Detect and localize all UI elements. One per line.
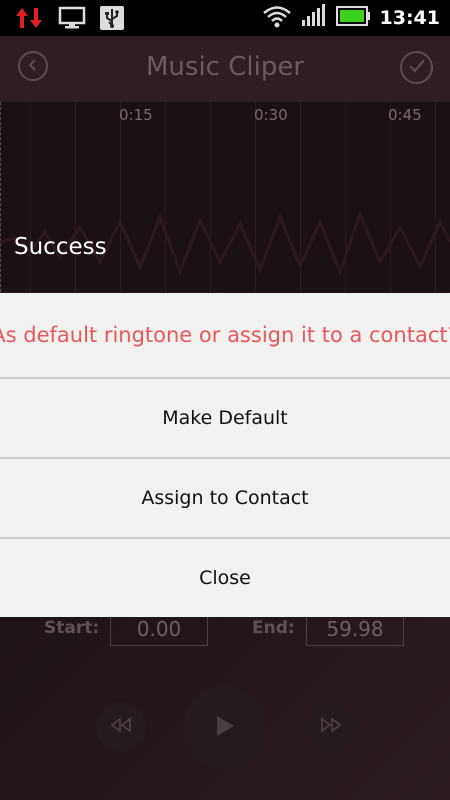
check-icon <box>408 58 426 78</box>
app-title: Music Cliper <box>145 52 305 82</box>
timeline-label: 0:15 <box>119 106 153 124</box>
start-label: Start: <box>44 618 100 638</box>
status-time: 13:41 <box>379 7 440 29</box>
rewind-button[interactable] <box>96 702 146 752</box>
wifi-icon <box>262 4 292 32</box>
title-bar: Music Cliper <box>0 36 450 102</box>
end-time-field[interactable]: 59.98 <box>306 612 404 646</box>
timeline-label: 0:30 <box>254 106 288 124</box>
waveform-graphic <box>0 209 450 277</box>
usb-icon <box>100 6 124 34</box>
success-toast: Success <box>14 234 107 260</box>
play-icon <box>214 714 236 742</box>
rewind-icon <box>109 717 133 737</box>
dialog-message: As default ringtone or assign it to a co… <box>0 323 450 347</box>
fast-forward-button[interactable] <box>306 702 356 752</box>
assign-to-contact-button[interactable]: Assign to Contact <box>0 459 450 537</box>
signal-icon <box>300 4 328 32</box>
ringtone-dialog: As default ringtone or assign it to a co… <box>0 293 450 617</box>
start-time-field[interactable]: 0.00 <box>110 612 208 646</box>
battery-icon <box>335 4 372 32</box>
make-default-button[interactable]: Make Default <box>0 379 450 457</box>
close-button[interactable]: Close <box>0 539 450 617</box>
status-bar: 13:41 <box>0 0 450 36</box>
data-transfer-icon <box>14 6 44 34</box>
waveform-area[interactable]: 0:15 0:30 0:45 Success <box>0 102 450 292</box>
end-label: End: <box>252 618 295 638</box>
fast-forward-icon <box>319 717 343 737</box>
play-button[interactable] <box>183 686 267 770</box>
timeline-label: 0:45 <box>388 106 422 124</box>
confirm-button[interactable] <box>400 51 433 84</box>
computer-icon <box>58 6 86 34</box>
